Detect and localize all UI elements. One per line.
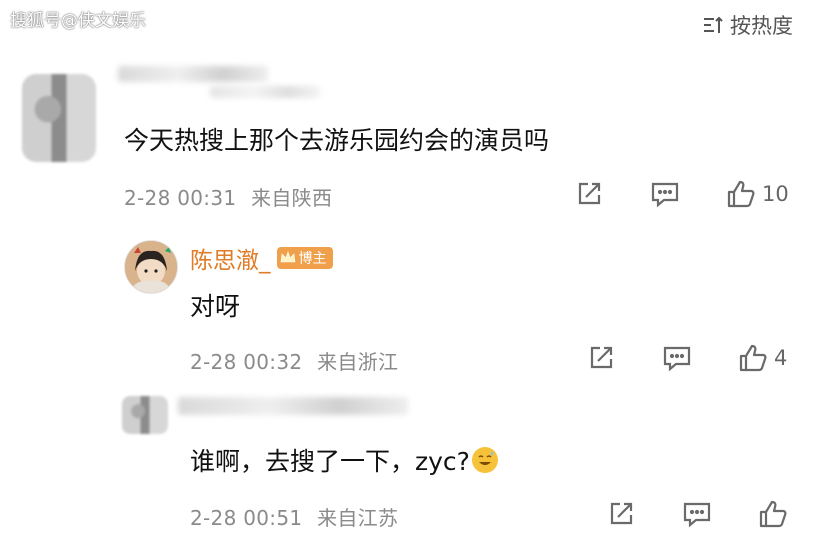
thumbs-up-icon[interactable] <box>758 499 788 529</box>
comment-actions: 10 <box>574 179 789 209</box>
commenter-name-blurred[interactable] <box>118 66 268 82</box>
commenter-avatar[interactable] <box>22 74 96 162</box>
badge-label: 博主 <box>298 251 327 267</box>
reply-time: 2-28 00:32 <box>190 350 303 374</box>
reply-actions: 4 <box>586 343 787 373</box>
sort-by-hot-button[interactable]: 按热度 <box>702 10 793 40</box>
commenter-name-blurred-2 <box>210 86 320 98</box>
comment-icon[interactable] <box>662 343 692 373</box>
comment-like-count: 10 <box>762 182 789 206</box>
reply2-meta: 2-28 00:51 来自江苏 <box>190 502 398 531</box>
reply-meta: 2-28 00:32 来自浙江 <box>190 346 398 375</box>
replier-name-blurred[interactable] <box>178 397 408 415</box>
reply2-text-row: 谁啊，去搜了一下，zyc? <box>190 442 498 478</box>
comment-meta: 2-28 00:31 来自陕西 <box>124 182 332 211</box>
share-icon[interactable] <box>586 343 616 373</box>
replier-avatar[interactable] <box>122 396 168 434</box>
comment-text: 今天热搜上那个去游乐园约会的演员吗 <box>124 126 550 155</box>
author-avatar[interactable] <box>124 240 178 294</box>
crown-icon <box>279 249 297 267</box>
author-name[interactable]: 陈思澈_ <box>190 241 271 275</box>
thumbs-up-icon[interactable] <box>726 179 756 209</box>
comment-icon[interactable] <box>682 499 712 529</box>
reply-location: 来自浙江 <box>317 350 399 374</box>
reply2-location: 来自江苏 <box>317 506 399 530</box>
reply2-time: 2-28 00:51 <box>190 506 303 530</box>
sort-label: 按热度 <box>730 14 793 38</box>
reply-like-count: 4 <box>774 346 788 370</box>
reply-author-row: 陈思澈_ 博主 <box>190 241 333 275</box>
comment-icon[interactable] <box>650 179 680 209</box>
reply-text: 对呀 <box>190 292 241 321</box>
sort-icon <box>702 14 724 36</box>
blogger-badge: 博主 <box>276 247 333 269</box>
reply2-actions <box>606 499 794 529</box>
comment-location: 来自陕西 <box>251 186 333 210</box>
grinning-sweat-emoji <box>471 447 498 473</box>
comment-time: 2-28 00:31 <box>124 186 237 210</box>
share-icon[interactable] <box>606 499 636 529</box>
watermark: 搜狐号@侠文娱乐 <box>10 11 146 31</box>
thumbs-up-icon[interactable] <box>738 343 768 373</box>
share-icon[interactable] <box>574 179 604 209</box>
reply2-text: 谁啊，去搜了一下，zyc? <box>190 447 470 476</box>
